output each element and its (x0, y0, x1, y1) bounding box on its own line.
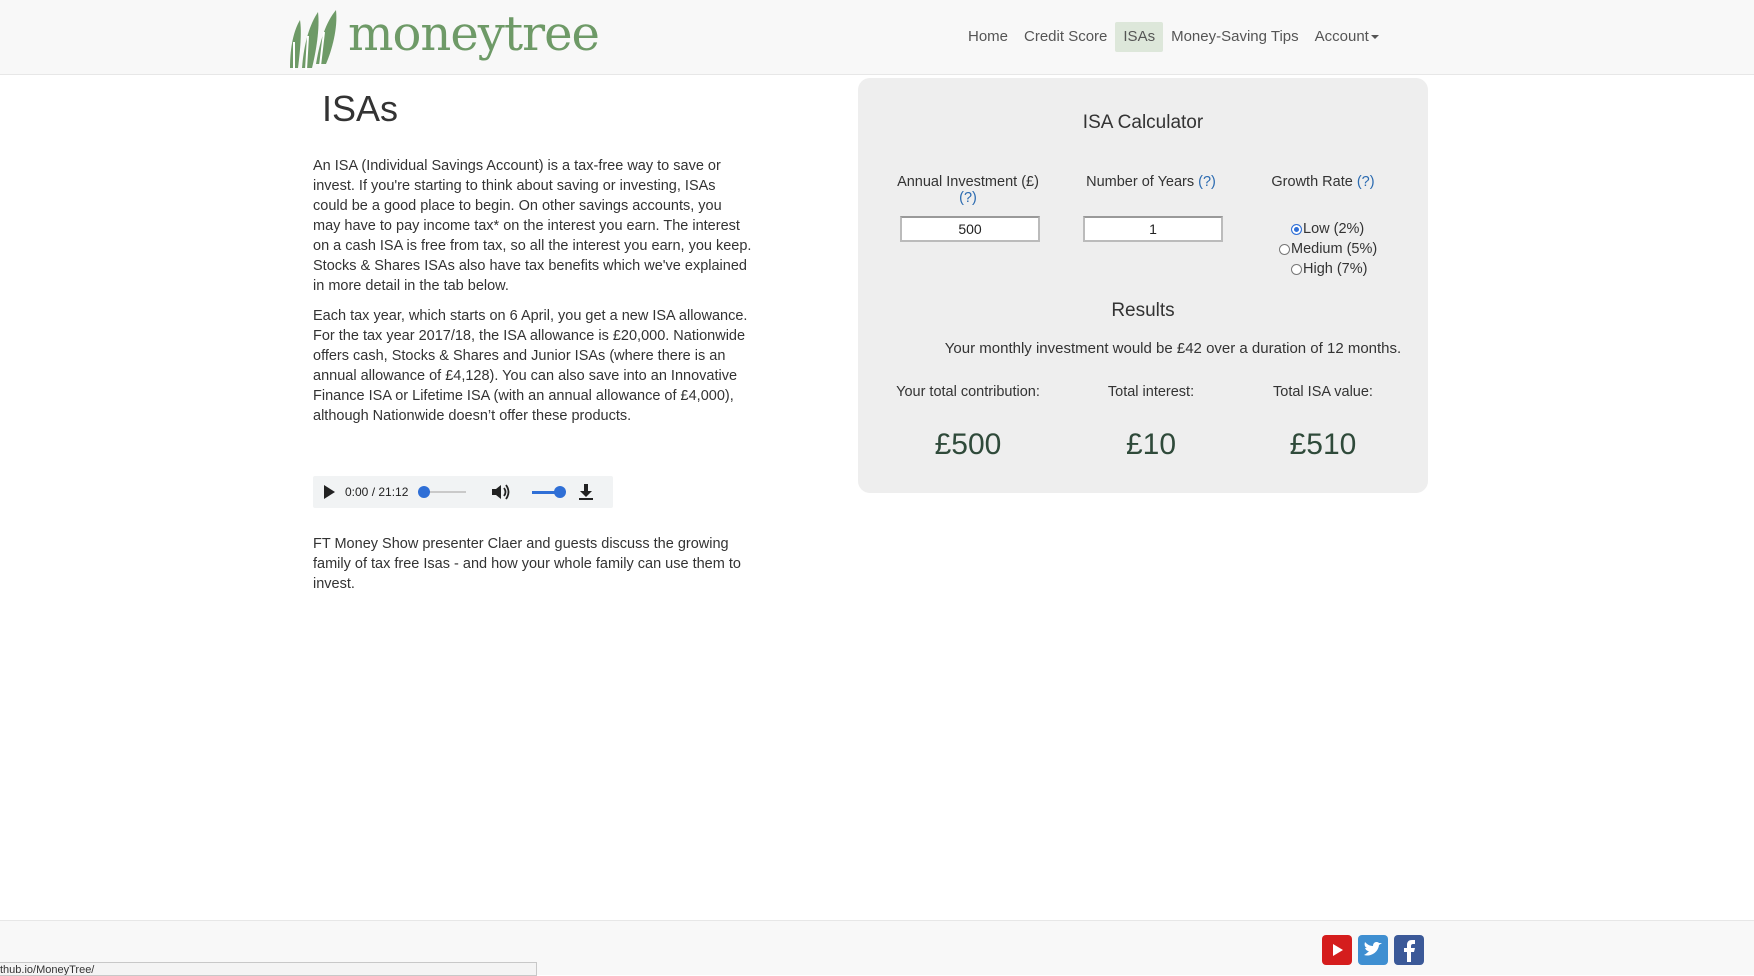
volume-handle[interactable] (554, 485, 567, 498)
volume-slider[interactable] (532, 485, 567, 498)
nav-isas[interactable]: ISAs (1115, 22, 1164, 52)
volume-icon[interactable] (490, 483, 512, 501)
growth-option-medium[interactable]: Medium (5%) (1279, 241, 1377, 257)
allowance-paragraph: Each tax year, which starts on 6 April, … (313, 308, 748, 424)
total-contribution-value: £500 (934, 428, 1002, 461)
isa-calculator-panel: ISA Calculator Annual Investment (£) (?)… (858, 78, 1428, 493)
radio-high[interactable] (1291, 263, 1302, 275)
radio-high-label: High (7%) (1303, 261, 1368, 277)
total-interest-value: £10 (1125, 428, 1177, 461)
growth-rate-help-link[interactable]: (?) (1357, 174, 1375, 190)
annual-investment-label: Annual Investment (£) (?) (888, 174, 1048, 206)
radio-medium-label: Medium (5%) (1291, 241, 1378, 257)
nav-credit-score[interactable]: Credit Score (1016, 22, 1115, 52)
years-label-text: Number of Years (1086, 174, 1195, 190)
brand-name: moneytree (348, 6, 600, 62)
main-nav: Home Credit Score ISAs Money-Saving Tips… (960, 22, 1387, 52)
calculator-title: ISA Calculator (1082, 112, 1204, 133)
radio-medium[interactable] (1279, 243, 1290, 255)
page-title: ISAs (322, 88, 399, 129)
navbar: moneytree Home Credit Score ISAs Money-S… (0, 0, 1754, 75)
play-icon[interactable] (324, 485, 335, 499)
audio-caption: FT Money Show presenter Claer and guests… (313, 536, 741, 592)
audio-progress-handle[interactable] (418, 486, 431, 498)
intro-paragraph: An ISA (Individual Savings Account) is a… (313, 158, 752, 294)
summary-middle: over a duration of (1201, 340, 1327, 357)
caret-down-icon (1370, 35, 1379, 40)
nav-money-saving-tips[interactable]: Money-Saving Tips (1163, 22, 1307, 52)
summary-monthly: £42 (1176, 340, 1202, 357)
years-help-link[interactable]: (?) (1198, 174, 1216, 190)
results-summary: Your monthly investment would be £42 ove… (858, 340, 1428, 357)
facebook-icon[interactable] (1394, 935, 1424, 965)
audio-player: 0:00 / 21:12 (313, 476, 613, 508)
years-label: Number of Years (?) (1076, 174, 1226, 190)
total-isa-value-label: Total ISA value: (1273, 384, 1373, 400)
moneytree-logo-icon (290, 10, 337, 70)
download-icon[interactable] (578, 483, 594, 501)
annual-investment-input[interactable] (900, 216, 1040, 242)
radio-low[interactable] (1291, 223, 1302, 235)
results-title: Results (1111, 300, 1175, 321)
twitter-icon[interactable] (1358, 935, 1388, 965)
nav-home[interactable]: Home (960, 22, 1016, 52)
growth-option-low[interactable]: Low (2%) (1291, 221, 1364, 237)
growth-rate-label-text: Growth Rate (1271, 174, 1353, 190)
total-contribution-label: Your total contribution: (896, 384, 1040, 400)
growth-option-high[interactable]: High (7%) (1291, 261, 1367, 277)
annual-investment-help-link[interactable]: (?) (959, 190, 977, 206)
brand-link[interactable]: moneytree (286, 6, 600, 70)
radio-low-label: Low (2%) (1303, 221, 1365, 237)
growth-rate-label: Growth Rate (?) (1268, 174, 1378, 190)
nav-account-label: Account (1314, 28, 1369, 45)
total-interest-label: Total interest: (1107, 384, 1195, 400)
summary-suffix: . (1397, 340, 1402, 357)
audio-time: 0:00 / 21:12 (345, 485, 409, 499)
annual-investment-label-text: Annual Investment (£) (897, 174, 1039, 190)
youtube-icon[interactable] (1322, 935, 1352, 965)
nav-account-dropdown[interactable]: Account (1307, 22, 1387, 52)
summary-prefix: Your monthly investment would be (944, 340, 1177, 357)
summary-duration: 12 months (1326, 340, 1398, 357)
audio-progress-slider[interactable] (418, 486, 467, 498)
total-isa-value-value: £510 (1289, 428, 1357, 461)
years-input[interactable] (1083, 216, 1223, 242)
